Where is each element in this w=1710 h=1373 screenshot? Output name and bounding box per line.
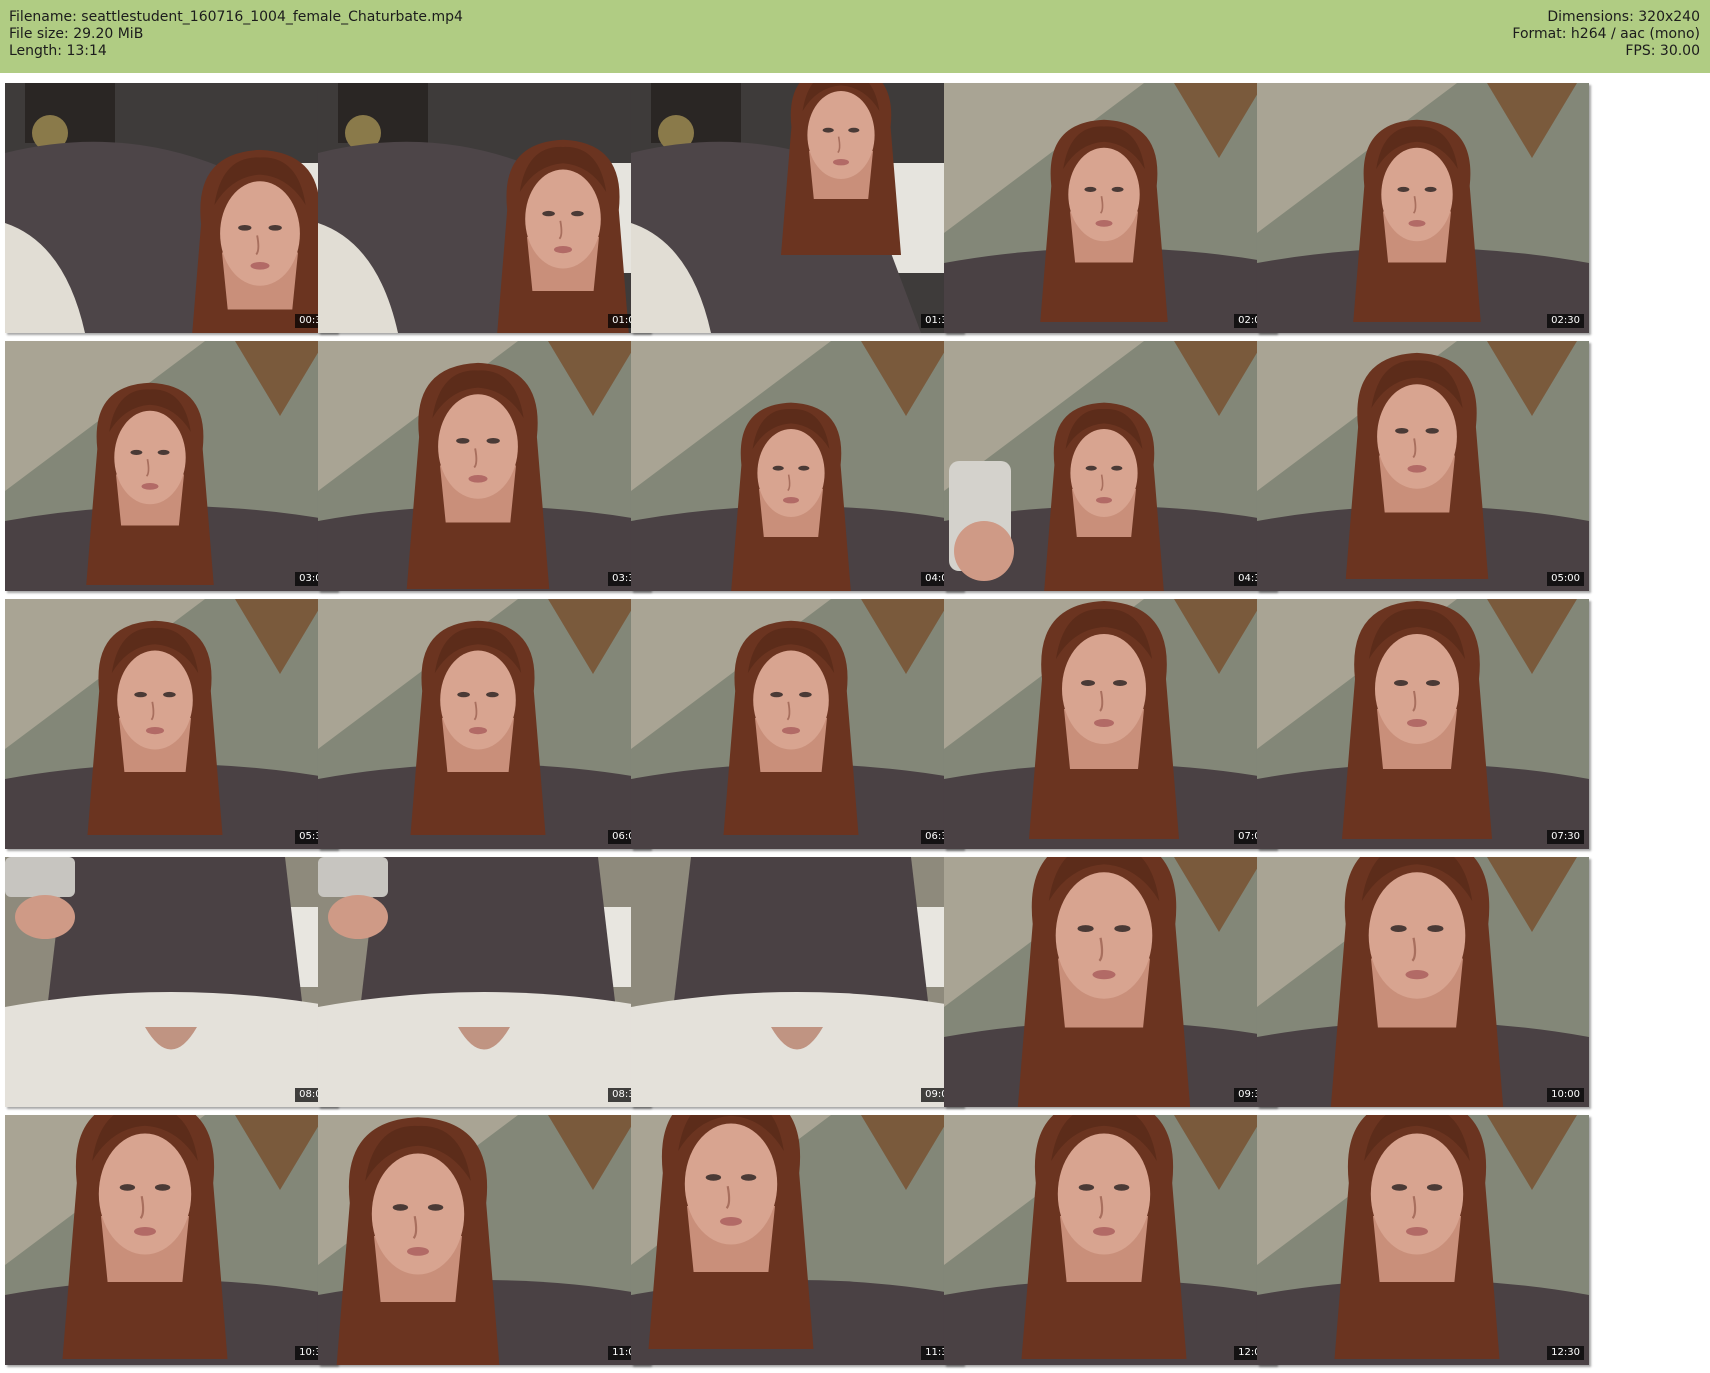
- thumbnail-frame-image: [318, 1115, 650, 1365]
- video-thumbnail: 08:00: [5, 857, 337, 1107]
- thumbnail-frame-image: [5, 599, 337, 849]
- video-thumbnail: 06:30: [631, 599, 963, 849]
- video-thumbnail: 01:30: [631, 83, 963, 333]
- thumbnail-frame-image: [631, 83, 963, 333]
- timestamp-label: 12:30: [1547, 1346, 1584, 1360]
- thumbnail-frame-image: [944, 341, 1276, 591]
- thumbnail-frame-image: [1257, 341, 1589, 591]
- thumbnail-frame-image: [318, 857, 650, 1107]
- thumbnail-frame-image: [944, 599, 1276, 849]
- video-thumbnail: 10:00: [1257, 857, 1589, 1107]
- video-thumbnail: 05:00: [1257, 341, 1589, 591]
- thumbnail-frame-image: [1257, 857, 1589, 1107]
- thumbnail-frame-image: [944, 83, 1276, 333]
- thumbnail-frame-image: [631, 1115, 963, 1365]
- video-thumbnail: 04:30: [944, 341, 1276, 591]
- thumbnail-frame-image: [5, 857, 337, 1107]
- video-thumbnail: 06:00: [318, 599, 650, 849]
- file-info-header: Filename: seattlestudent_160716_1004_fem…: [0, 0, 1710, 73]
- thumbnail-frame-image: [318, 341, 650, 591]
- timestamp-label: 07:30: [1547, 830, 1584, 844]
- thumbnail-frame-image: [631, 599, 963, 849]
- thumbnail-frame-image: [631, 857, 963, 1107]
- video-thumbnail: 04:00: [631, 341, 963, 591]
- file-info-left: Filename: seattlestudent_160716_1004_fem…: [9, 9, 463, 60]
- thumbnail-grid: 00:30 01:00 01:30 02:00 02:30 03:00 03:3…: [0, 73, 1710, 1373]
- thumbnail-frame-image: [1257, 1115, 1589, 1365]
- video-thumbnail: 12:00: [944, 1115, 1276, 1365]
- thumbnail-frame-image: [1257, 83, 1589, 333]
- video-thumbnail: 01:00: [318, 83, 650, 333]
- thumbnail-frame-image: [5, 83, 337, 333]
- dimensions-text: Dimensions: 320x240: [1547, 9, 1700, 25]
- thumbnail-frame-image: [318, 599, 650, 849]
- video-thumbnail: 07:00: [944, 599, 1276, 849]
- timestamp-label: 02:30: [1547, 314, 1584, 328]
- thumbnail-frame-image: [5, 1115, 337, 1365]
- format-text: Format: h264 / aac (mono): [1512, 26, 1700, 42]
- thumbnail-frame-image: [318, 83, 650, 333]
- video-thumbnail: 02:30: [1257, 83, 1589, 333]
- thumbnail-frame-image: [944, 857, 1276, 1107]
- video-thumbnail: 02:00: [944, 83, 1276, 333]
- thumbnail-frame-image: [631, 341, 963, 591]
- fps-text: FPS: 30.00: [1625, 43, 1700, 59]
- thumbnail-frame-image: [944, 1115, 1276, 1365]
- video-thumbnail: 00:30: [5, 83, 337, 333]
- file-info-right: Dimensions: 320x240 Format: h264 / aac (…: [1512, 9, 1700, 60]
- timestamp-label: 05:00: [1547, 572, 1584, 586]
- video-thumbnail: 08:30: [318, 857, 650, 1107]
- length-text: Length: 13:14: [9, 43, 107, 59]
- thumbnail-frame-image: [1257, 599, 1589, 849]
- video-thumbnail: 05:30: [5, 599, 337, 849]
- video-thumbnail: 07:30: [1257, 599, 1589, 849]
- video-thumbnail: 11:30: [631, 1115, 963, 1365]
- video-thumbnail: 10:30: [5, 1115, 337, 1365]
- video-thumbnail: 03:30: [318, 341, 650, 591]
- video-thumbnail: 12:30: [1257, 1115, 1589, 1365]
- video-thumbnail: 11:00: [318, 1115, 650, 1365]
- video-thumbnail: 09:30: [944, 857, 1276, 1107]
- filesize-text: File size: 29.20 MiB: [9, 26, 144, 42]
- timestamp-label: 10:00: [1547, 1088, 1584, 1102]
- video-thumbnail: 03:00: [5, 341, 337, 591]
- video-thumbnail: 09:00: [631, 857, 963, 1107]
- filename-text: Filename: seattlestudent_160716_1004_fem…: [9, 9, 463, 25]
- thumbnail-frame-image: [5, 341, 337, 591]
